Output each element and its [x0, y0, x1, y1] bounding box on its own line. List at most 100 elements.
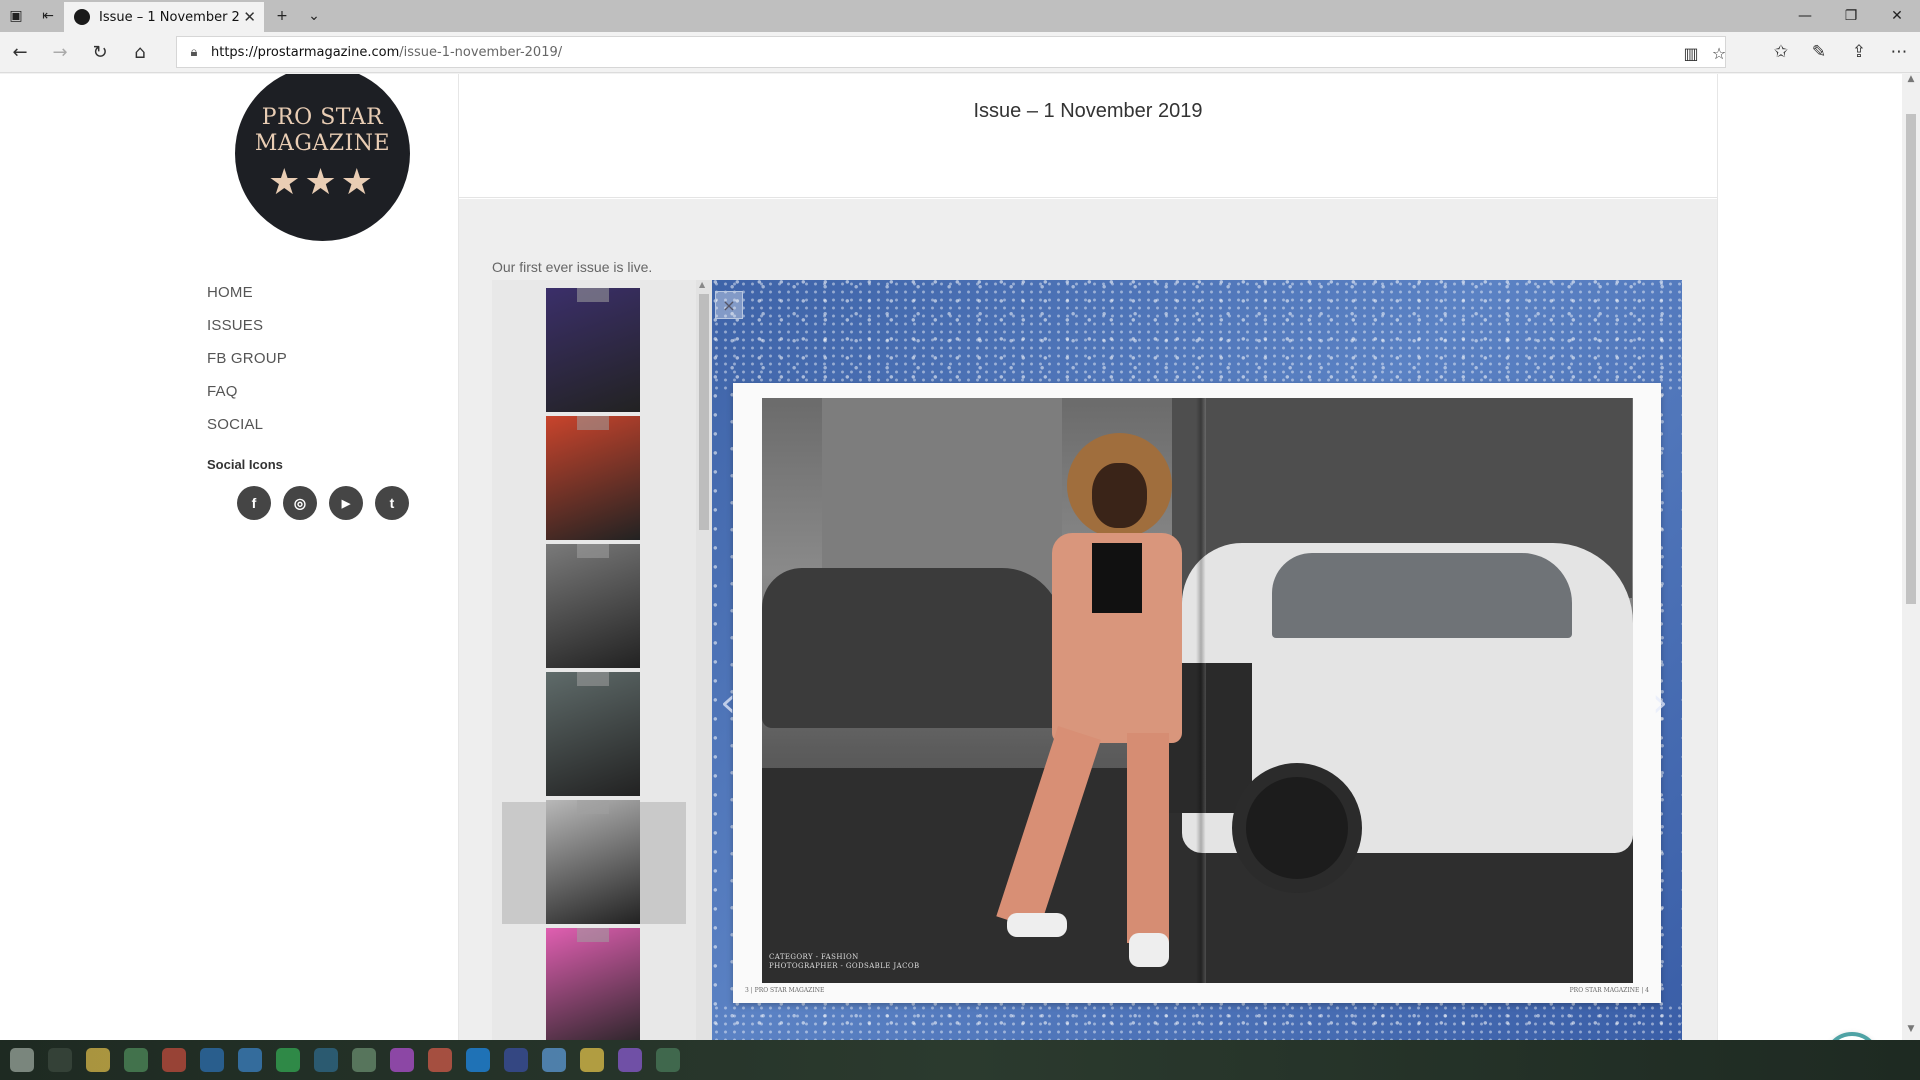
- next-page-arrow-icon[interactable]: ›: [1652, 680, 1668, 726]
- photo-model-shoe: [1007, 913, 1067, 937]
- previous-page-arrow-icon[interactable]: ‹: [720, 680, 736, 726]
- youtube-icon[interactable]: ▶: [329, 486, 363, 520]
- taskbar-app-icon[interactable]: [618, 1048, 642, 1072]
- scroll-up-icon[interactable]: ▲: [699, 280, 705, 289]
- thumbnail-page-badge: [577, 416, 609, 430]
- taskbar-app-icon[interactable]: [200, 1048, 224, 1072]
- tab-close-icon[interactable]: ✕: [243, 8, 256, 26]
- page-thumbnail[interactable]: [546, 288, 640, 412]
- page-body: Our first ever issue is live. ▲ × CATEGO…: [459, 199, 1717, 1040]
- taskbar-app-icon[interactable]: [238, 1048, 262, 1072]
- share-icon[interactable]: ⇪: [1840, 36, 1878, 68]
- page-thumbnail-active[interactable]: [546, 800, 640, 924]
- favorite-star-icon[interactable]: ☆: [1705, 41, 1733, 65]
- menu-item-fb-group[interactable]: FB GROUP: [207, 350, 287, 383]
- menu-item-faq[interactable]: FAQ: [207, 383, 287, 416]
- thumbnail-scroll-thumb[interactable]: [699, 294, 709, 530]
- taskbar-app-icon[interactable]: [466, 1048, 490, 1072]
- page-header: Issue – 1 November 2019: [459, 74, 1717, 198]
- start-icon[interactable]: [10, 1048, 34, 1072]
- tab-title: Issue – 1 November 201: [99, 9, 239, 25]
- reading-view-icon[interactable]: ▥: [1677, 41, 1705, 65]
- photo-model-leg: [1127, 733, 1169, 943]
- site-favicon-icon: [74, 9, 90, 25]
- tab-list-chevron-icon[interactable]: ⌄: [298, 0, 330, 32]
- taskbar-app-icon[interactable]: [504, 1048, 528, 1072]
- taskbar-app-icon[interactable]: [580, 1048, 604, 1072]
- url-text[interactable]: https://prostarmagazine.com/issue-1-nove…: [211, 45, 562, 60]
- minimize-icon[interactable]: —: [1782, 0, 1828, 32]
- taskbar-app-icon[interactable]: [48, 1048, 72, 1072]
- page-thumbnail[interactable]: [546, 544, 640, 668]
- viewer-close-icon[interactable]: ×: [715, 291, 743, 319]
- forward-icon[interactable]: →: [42, 36, 78, 68]
- thumbnail-page-badge: [577, 544, 609, 558]
- pen-notes-icon[interactable]: ✎: [1800, 36, 1838, 68]
- twitter-icon[interactable]: t: [375, 486, 409, 520]
- taskbar-app-icon[interactable]: [124, 1048, 148, 1072]
- folio-left: 3 | PRO STAR MAGAZINE: [745, 987, 825, 994]
- photo-dark-car: [762, 568, 1062, 728]
- taskbar-app-icon[interactable]: [390, 1048, 414, 1072]
- taskbar-app-icon[interactable]: [86, 1048, 110, 1072]
- menu-item-social[interactable]: SOCIAL: [207, 416, 287, 449]
- main-content: Issue – 1 November 2019 Our first ever i…: [458, 74, 1718, 1040]
- page-scroll-thumb[interactable]: [1906, 114, 1916, 604]
- browser-tab[interactable]: Issue – 1 November 201 ✕: [64, 2, 264, 32]
- messenger-chat-button[interactable]: ⚡︎: [1824, 1032, 1880, 1040]
- taskbar-app-icon[interactable]: [314, 1048, 338, 1072]
- page-title: Issue – 1 November 2019: [973, 100, 1203, 122]
- os-taskbar: [0, 1040, 1920, 1080]
- restore-icon[interactable]: ❐: [1828, 0, 1874, 32]
- taskbar-app-icon[interactable]: [162, 1048, 186, 1072]
- photo-model-top: [1092, 543, 1142, 613]
- social-icons: f ◎ ▶ t: [237, 486, 409, 520]
- home-icon[interactable]: ⌂: [122, 36, 158, 68]
- photo-caption: CATEGORY - FASHION PHOTOGRAPHER - GODSAB…: [769, 953, 920, 971]
- site-logo[interactable]: PRO STAR MAGAZINE ★★★: [235, 74, 410, 241]
- scroll-down-icon[interactable]: ▼: [1902, 1024, 1920, 1040]
- back-icon[interactable]: ←: [2, 36, 38, 68]
- facebook-icon[interactable]: f: [237, 486, 271, 520]
- menu-item-issues[interactable]: ISSUES: [207, 317, 287, 350]
- menu-item-home[interactable]: HOME: [207, 284, 287, 317]
- taskbar-app-icon[interactable]: [352, 1048, 376, 1072]
- browser-tab-bar: ▣ ⇤ Issue – 1 November 201 ✕ + ⌄ — ❐ ✕: [0, 0, 1920, 32]
- site-sidebar: PRO STAR MAGAZINE ★★★ HOME ISSUES FB GRO…: [0, 74, 458, 1040]
- page-thumbnail[interactable]: [546, 928, 640, 1040]
- taskbar-app-icon[interactable]: [276, 1048, 300, 1072]
- thumbnail-image: [546, 800, 640, 924]
- taskbar-app-icon[interactable]: [428, 1048, 452, 1072]
- page-scrollbar[interactable]: ▲ ▼: [1902, 74, 1920, 1040]
- page-thumbnail[interactable]: [546, 672, 640, 796]
- url-path: /issue-1-november-2019/: [399, 44, 563, 60]
- close-window-icon[interactable]: ✕: [1874, 0, 1920, 32]
- thumbnail-scrollbar[interactable]: ▲: [696, 280, 712, 1040]
- folio-right: PRO STAR MAGAZINE | 4: [1569, 987, 1649, 994]
- tab-actions-icon[interactable]: ▣: [0, 0, 32, 32]
- thumbnail-image: [546, 416, 640, 540]
- thumbnail-panel[interactable]: ▲: [492, 280, 712, 1040]
- flipbook-viewer: ▲ × CATEGORY - FASHION PHOTOGRAPHER - GO…: [492, 280, 1682, 1040]
- refresh-icon[interactable]: ↻: [82, 36, 118, 68]
- set-aside-tabs-icon[interactable]: ⇤: [32, 0, 64, 32]
- address-bar[interactable]: 🔒︎ https://prostarmagazine.com/issue-1-n…: [176, 36, 1726, 68]
- photo-model-shoe: [1129, 933, 1169, 967]
- page-spread[interactable]: × CATEGORY - FASHION PHOTOGRAPHER - GODS…: [712, 280, 1682, 1040]
- thumbnail-page-badge: [577, 800, 609, 814]
- thumbnail-page-badge: [577, 288, 609, 302]
- favorites-list-icon[interactable]: ✩: [1762, 36, 1800, 68]
- thumbnail-image: [546, 928, 640, 1040]
- scroll-up-icon[interactable]: ▲: [1902, 74, 1920, 90]
- new-tab-icon[interactable]: +: [266, 0, 298, 32]
- snow-decoration: [712, 280, 1682, 390]
- taskbar-app-icon[interactable]: [542, 1048, 566, 1072]
- photo-car-window: [1272, 553, 1572, 638]
- thumbnail-page-badge: [577, 672, 609, 686]
- thumbnail-page-badge: [577, 928, 609, 942]
- page-thumbnail[interactable]: [546, 416, 640, 540]
- main-menu: HOME ISSUES FB GROUP FAQ SOCIAL: [207, 284, 287, 449]
- more-menu-icon[interactable]: ⋯: [1880, 36, 1918, 68]
- instagram-icon[interactable]: ◎: [283, 486, 317, 520]
- taskbar-app-icon[interactable]: [656, 1048, 680, 1072]
